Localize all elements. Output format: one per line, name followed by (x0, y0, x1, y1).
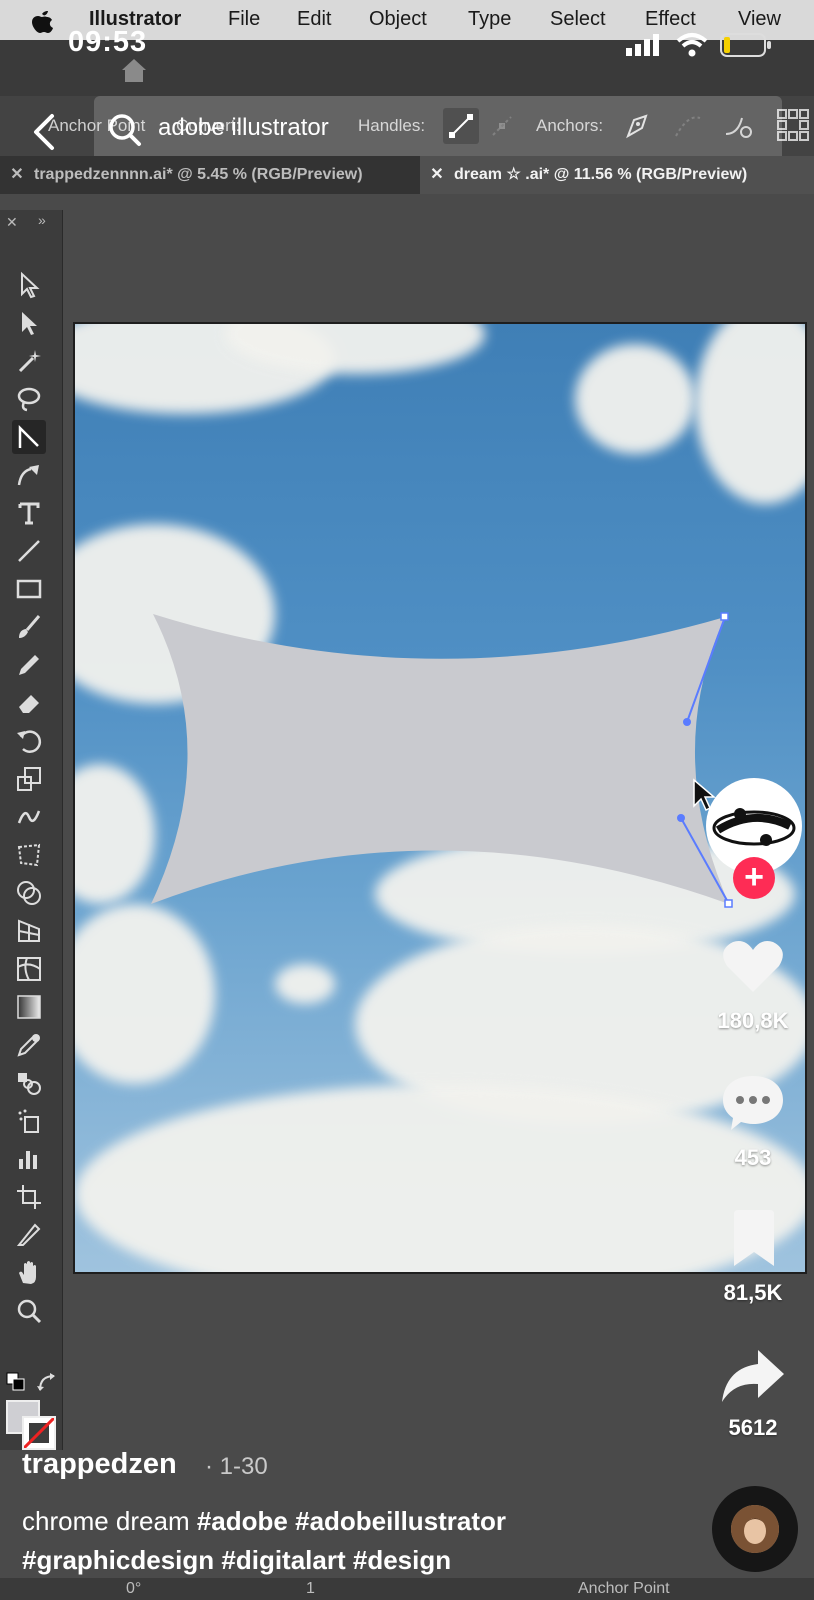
tab-trappedzennnn[interactable]: ✕ trappedzennnn.ai* @ 5.45 % (RGB/Preview… (0, 156, 418, 194)
menu-edit[interactable]: Edit (297, 8, 331, 31)
search-query[interactable]: adobe illustrator (158, 114, 329, 142)
column-graph-tool[interactable] (12, 1142, 46, 1176)
status-time: 09:53 (68, 26, 148, 58)
close-icon[interactable]: ✕ (0, 156, 34, 194)
status-bar (0, 1578, 814, 1600)
caption-text: chrome dream (22, 1506, 197, 1536)
caption-line-2: #graphicdesign #digitalart #design (22, 1545, 642, 1576)
curvature-tool[interactable] (12, 458, 46, 492)
anchor-point-tool[interactable] (12, 420, 46, 454)
hashtag[interactable]: #adobeillustrator (295, 1506, 506, 1536)
comment-count: 453 (734, 1145, 772, 1170)
warp-tool[interactable] (12, 800, 46, 834)
follow-button[interactable]: + (733, 857, 775, 899)
paintbrush-tool[interactable] (12, 610, 46, 644)
hashtag[interactable]: #adobe (197, 1506, 288, 1536)
hand-tool[interactable] (12, 1256, 46, 1290)
status-tool-name: Anchor Point (578, 1580, 670, 1597)
menu-type[interactable]: Type (468, 8, 511, 31)
hashtag[interactable]: #design (353, 1545, 451, 1575)
comment-icon[interactable] (721, 1072, 785, 1134)
artboard-tool[interactable] (12, 1180, 46, 1214)
default-colors-icon[interactable] (6, 1372, 26, 1392)
magic-wand-tool[interactable] (12, 344, 46, 378)
line-tool[interactable] (12, 534, 46, 568)
creator-username[interactable]: trappedzen (22, 1448, 177, 1481)
mesh-tool[interactable] (12, 952, 46, 986)
zoom-tool[interactable] (12, 1294, 46, 1328)
share-icon[interactable] (720, 1348, 786, 1404)
scale-tool[interactable] (12, 762, 46, 796)
signal-icon (626, 34, 660, 56)
panel-close-icon[interactable]: ✕ (6, 214, 18, 231)
home-icon[interactable] (118, 56, 150, 84)
selection-tool[interactable] (12, 268, 46, 302)
share-count: 5612 (728, 1415, 778, 1440)
menu-object[interactable]: Object (369, 8, 427, 31)
blend-tool[interactable] (12, 1066, 46, 1100)
save-count: 81,5K (723, 1280, 783, 1305)
shape-builder-tool[interactable] (12, 876, 46, 910)
tab-label: trappedzennnn.ai* @ 5.45 % (RGB/Preview) (34, 166, 363, 183)
music-disc-avatar (731, 1505, 779, 1553)
menu-effect[interactable]: Effect (645, 8, 696, 31)
lasso-tool[interactable] (12, 382, 46, 416)
back-icon[interactable] (30, 112, 60, 152)
type-tool[interactable] (12, 496, 46, 530)
direct-selection-tool[interactable] (12, 306, 46, 340)
search-icon (108, 113, 142, 147)
slice-tool[interactable] (12, 1218, 46, 1252)
stroke-swatch[interactable] (22, 1416, 56, 1450)
menu-view[interactable]: View (738, 8, 781, 31)
caption-line-1: chrome dream #adobe #adobeillustrator (22, 1506, 642, 1537)
panel-expand-icon[interactable]: » (38, 212, 46, 228)
bookmark-icon[interactable] (730, 1210, 778, 1268)
menu-file[interactable]: File (228, 8, 260, 31)
pencil-tool[interactable] (12, 648, 46, 682)
rotate-tool[interactable] (12, 724, 46, 758)
perspective-grid-tool[interactable] (12, 914, 46, 948)
gradient-tool[interactable] (12, 990, 46, 1024)
rectangle-tool[interactable] (12, 572, 46, 606)
like-count: 180,8K (717, 1008, 789, 1033)
post-date: · 1-30 (205, 1453, 268, 1480)
wifi-icon (676, 32, 708, 58)
tab-dream[interactable]: ✕ dream ☆ .ai* @ 11.56 % (RGB/Preview) (420, 156, 814, 194)
battery-icon (720, 33, 772, 57)
tab-label: dream ☆ .ai* @ 11.56 % (RGB/Preview) (454, 166, 748, 183)
eraser-tool[interactable] (12, 686, 46, 720)
free-transform-tool[interactable] (12, 838, 46, 872)
like-icon[interactable] (721, 936, 785, 996)
apple-icon[interactable] (30, 6, 54, 34)
swap-colors-icon[interactable] (36, 1372, 58, 1394)
symbol-sprayer-tool[interactable] (12, 1104, 46, 1138)
menu-select[interactable]: Select (550, 8, 606, 31)
hashtag[interactable]: #graphicdesign (22, 1545, 214, 1575)
artboard-number[interactable]: 1 (306, 1580, 315, 1598)
eyedropper-tool[interactable] (12, 1028, 46, 1062)
rotation-value[interactable]: 0° (126, 1580, 141, 1598)
close-icon[interactable]: ✕ (420, 156, 454, 194)
hashtag[interactable]: #digitalart (221, 1545, 345, 1575)
